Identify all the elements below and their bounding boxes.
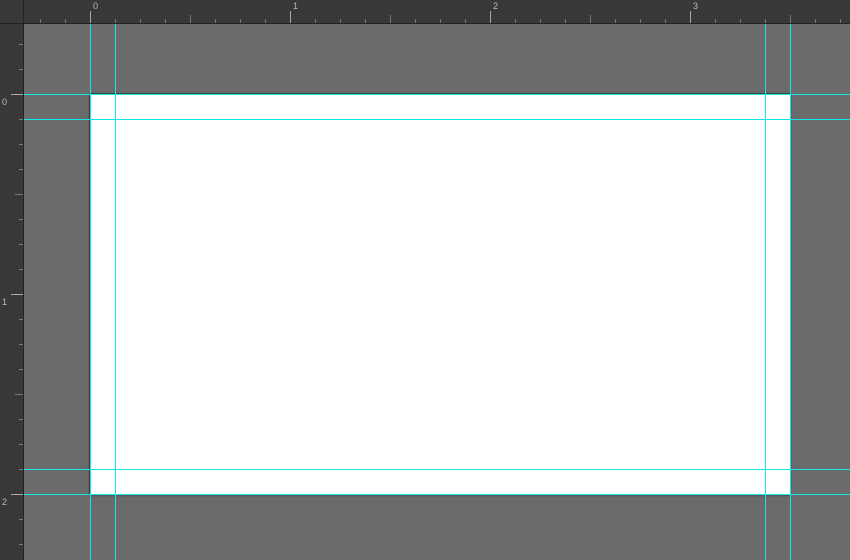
ruler-tick <box>19 44 23 45</box>
ruler-tick <box>11 494 23 495</box>
ruler-tick <box>765 19 766 23</box>
guide-vertical[interactable] <box>115 24 116 560</box>
ruler-tick <box>19 169 23 170</box>
ruler-tick <box>390 15 391 23</box>
ruler-tick <box>19 219 23 220</box>
ruler-tick <box>365 19 366 23</box>
ruler-tick <box>240 19 241 23</box>
ruler-tick <box>140 19 141 23</box>
ruler-tick <box>19 344 23 345</box>
guide-horizontal[interactable] <box>24 119 850 120</box>
ruler-tick <box>11 94 23 95</box>
ruler-tick <box>840 19 841 23</box>
pasteboard[interactable] <box>24 24 850 560</box>
ruler-tick <box>19 119 23 120</box>
ruler-tick <box>19 244 23 245</box>
ruler-tick <box>19 519 23 520</box>
ruler-horizontal[interactable]: 0 1 2 3 <box>24 0 850 24</box>
ruler-tick <box>40 19 41 23</box>
ruler-tick <box>19 369 23 370</box>
ruler-tick <box>290 11 291 23</box>
ruler-tick <box>465 19 466 23</box>
ruler-tick <box>665 19 666 23</box>
guide-horizontal[interactable] <box>24 469 850 470</box>
ruler-tick <box>715 19 716 23</box>
ruler-vertical[interactable]: 0 1 2 <box>0 24 24 560</box>
ruler-tick <box>19 419 23 420</box>
ruler-tick <box>19 69 23 70</box>
ruler-tick <box>15 394 23 395</box>
ruler-tick <box>19 444 23 445</box>
ruler-tick <box>440 19 441 23</box>
ruler-label: 0 <box>2 97 7 107</box>
ruler-label: 1 <box>293 1 298 11</box>
ruler-tick <box>490 11 491 23</box>
ruler-tick <box>165 19 166 23</box>
ruler-label: 2 <box>2 497 7 507</box>
guide-vertical[interactable] <box>790 24 791 560</box>
ruler-tick <box>190 15 191 23</box>
ruler-tick <box>19 269 23 270</box>
ruler-tick <box>815 19 816 23</box>
ruler-tick <box>590 15 591 23</box>
ruler-tick <box>19 319 23 320</box>
ruler-tick <box>740 19 741 23</box>
ruler-tick <box>565 19 566 23</box>
guide-vertical[interactable] <box>765 24 766 560</box>
guide-horizontal[interactable] <box>24 494 850 495</box>
ruler-tick <box>540 19 541 23</box>
ruler-label: 0 <box>93 1 98 11</box>
ruler-tick <box>19 144 23 145</box>
ruler-tick <box>90 11 91 23</box>
ruler-tick <box>615 19 616 23</box>
ruler-tick <box>115 19 116 23</box>
ruler-tick <box>65 19 66 23</box>
ruler-tick <box>11 294 23 295</box>
ruler-tick <box>315 19 316 23</box>
canvas-artboard[interactable] <box>90 94 790 494</box>
ruler-tick <box>19 469 23 470</box>
ruler-origin-corner[interactable] <box>0 0 24 24</box>
ruler-tick <box>690 11 691 23</box>
ruler-tick <box>790 15 791 23</box>
guide-vertical[interactable] <box>90 24 91 560</box>
ruler-tick <box>340 19 341 23</box>
ruler-tick <box>215 19 216 23</box>
ruler-tick <box>19 544 23 545</box>
guide-horizontal[interactable] <box>24 94 850 95</box>
ruler-label: 1 <box>2 297 7 307</box>
ruler-tick <box>265 19 266 23</box>
ruler-tick <box>15 194 23 195</box>
ruler-tick <box>640 19 641 23</box>
ruler-label: 3 <box>693 1 698 11</box>
ruler-label: 2 <box>493 1 498 11</box>
ruler-tick <box>415 19 416 23</box>
ruler-tick <box>515 19 516 23</box>
